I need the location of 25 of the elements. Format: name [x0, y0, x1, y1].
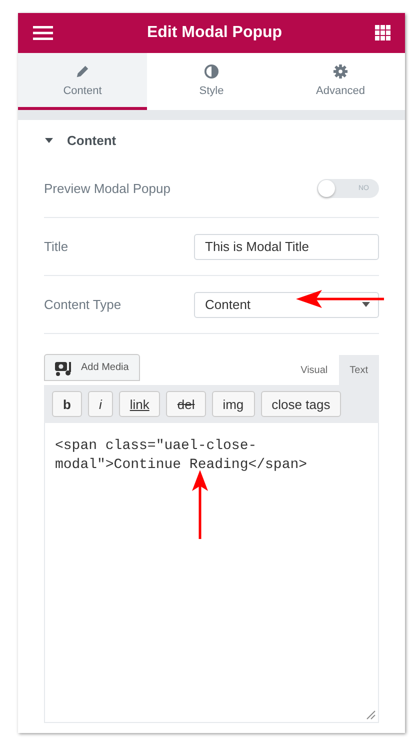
arrow-drawing [192, 470, 208, 539]
caret-icon [45, 138, 53, 142]
quicktag-button[interactable]: img [212, 391, 255, 417]
panel-title: Edit Modal Popup [146, 24, 282, 42]
menu-icon[interactable] [32, 25, 54, 41]
grid-icon[interactable] [375, 25, 391, 41]
title-input[interactable]: This is Modal Title [194, 234, 379, 260]
field-label: Title [44, 239, 68, 254]
tab[interactable]: Content [18, 53, 147, 110]
quicktag-button[interactable]: close tags [260, 391, 342, 417]
editor-mode-tab[interactable]: Text [338, 355, 379, 385]
quicktag-button[interactable]: link [118, 391, 160, 417]
field-label: Content Type [44, 297, 122, 312]
pencil-icon [75, 64, 90, 78]
caret-icon [362, 302, 370, 307]
quicktag-button[interactable]: b [52, 391, 82, 417]
add-media-button[interactable]: Add Media [44, 354, 140, 381]
gear-icon [333, 64, 348, 78]
quicktag-button[interactable]: del [166, 391, 206, 417]
resize-handle-icon[interactable] [366, 710, 376, 720]
section-header[interactable]: Content [18, 120, 405, 160]
field-label: Preview Modal Popup [44, 181, 170, 196]
contrast-icon [204, 64, 219, 78]
editor-mode-tab[interactable]: Visual [290, 355, 339, 385]
quicktag-button[interactable]: i [88, 391, 113, 417]
